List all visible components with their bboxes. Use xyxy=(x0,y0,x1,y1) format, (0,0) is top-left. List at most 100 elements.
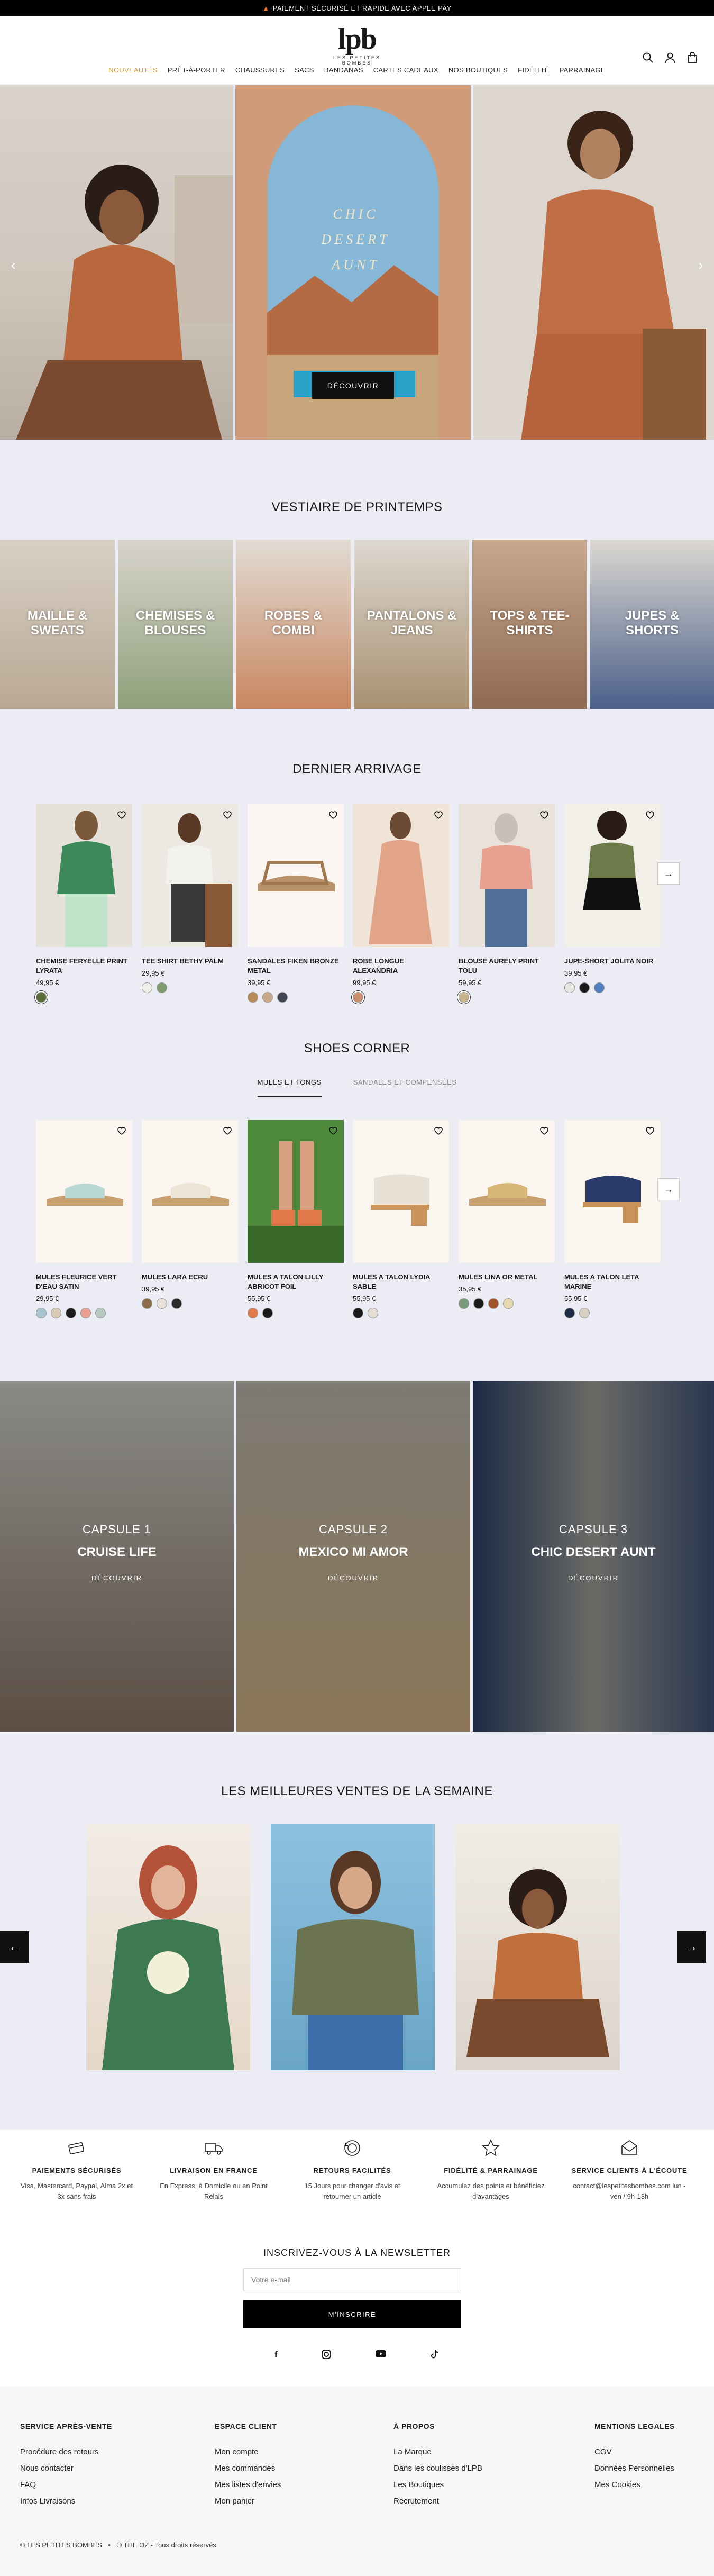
arrow-right-icon[interactable]: → xyxy=(677,1931,706,1963)
nav-pret-a-porter[interactable]: PRÊT-À-PORTER xyxy=(168,66,225,74)
logo[interactable]: lpb LES PETITES BOMBES xyxy=(331,24,383,66)
color-swatch[interactable] xyxy=(564,982,575,993)
color-swatch[interactable] xyxy=(353,1308,363,1318)
color-swatch[interactable] xyxy=(248,992,258,1003)
product-name[interactable]: ROBE LONGUE ALEXANDRIA xyxy=(353,957,449,976)
heart-icon[interactable] xyxy=(222,809,233,820)
product-card[interactable]: MULES FLEURICE VERT D'EAU SATIN 29,95 € xyxy=(36,1120,132,1318)
color-swatch[interactable] xyxy=(80,1308,91,1318)
product-name[interactable]: MULES LINA OR METAL xyxy=(459,1272,555,1282)
arrow-left-icon[interactable]: ← xyxy=(0,1931,29,1963)
color-swatch[interactable] xyxy=(248,1308,258,1318)
product-card[interactable]: MULES A TALON LYDIA SABLE 55,95 € xyxy=(353,1120,449,1318)
capsule-cta[interactable]: DÉCOUVRIR xyxy=(0,1574,234,1582)
product-card[interactable]: MULES A TALON LETA MARINE 55,95 € xyxy=(564,1120,661,1318)
bestseller-card[interactable] xyxy=(271,1824,435,2070)
footer-link[interactable]: Recrutement xyxy=(393,2497,482,2506)
color-swatch[interactable] xyxy=(36,992,47,1003)
nav-parrainage[interactable]: PARRAINAGE xyxy=(560,66,606,74)
color-swatch[interactable] xyxy=(157,1298,167,1309)
product-image[interactable] xyxy=(353,1120,449,1263)
footer-link[interactable]: CGV xyxy=(594,2447,675,2456)
category-tile[interactable]: PANTALONS & JEANS xyxy=(354,540,469,709)
product-image[interactable] xyxy=(248,804,344,947)
category-tile[interactable]: ROBES & COMBI xyxy=(236,540,351,709)
heart-icon[interactable] xyxy=(433,1125,444,1136)
heart-icon[interactable] xyxy=(116,809,127,820)
tiktok-icon[interactable] xyxy=(430,2349,440,2362)
bestseller-card[interactable] xyxy=(456,1824,620,2070)
heart-icon[interactable] xyxy=(645,809,655,820)
color-swatch[interactable] xyxy=(594,982,605,993)
footer-link[interactable]: Procédure des retours xyxy=(20,2447,112,2456)
color-swatch[interactable] xyxy=(473,1298,484,1309)
product-card[interactable]: MULES LARA ECRU 39,95 € xyxy=(142,1120,238,1309)
color-swatch[interactable] xyxy=(459,1298,469,1309)
footer-link[interactable]: Mon panier xyxy=(215,2497,281,2506)
color-swatch[interactable] xyxy=(36,1308,47,1318)
color-swatch[interactable] xyxy=(157,982,167,993)
product-image[interactable] xyxy=(142,1120,238,1263)
product-name[interactable]: SANDALES FIKEN BRONZE METAL xyxy=(248,957,344,976)
product-image[interactable] xyxy=(36,1120,132,1263)
footer-link[interactable]: Mon compte xyxy=(215,2447,281,2456)
category-tile[interactable]: JUPES & SHORTS xyxy=(590,540,714,709)
footer-link[interactable]: Les Boutiques xyxy=(393,2480,482,2489)
color-swatch[interactable] xyxy=(142,1298,152,1309)
nav-boutiques[interactable]: NOS BOUTIQUES xyxy=(448,66,508,74)
bestseller-card[interactable] xyxy=(86,1824,250,2070)
category-tile[interactable]: TOPS & TEE-SHIRTS xyxy=(472,540,587,709)
chevron-left-icon[interactable]: ‹ xyxy=(5,257,21,273)
nav-sacs[interactable]: SACS xyxy=(295,66,314,74)
heart-icon[interactable] xyxy=(328,1125,338,1136)
footer-link[interactable]: Mes commandes xyxy=(215,2464,281,2473)
product-card[interactable]: SANDALES FIKEN BRONZE METAL 39,95 € xyxy=(248,804,344,1003)
footer-link[interactable]: Dans les coulisses d'LPB xyxy=(393,2464,482,2473)
capsule-card[interactable]: CAPSULE 1 CRUISE LIFE DÉCOUVRIR xyxy=(0,1381,234,1732)
color-swatch[interactable] xyxy=(171,1298,182,1309)
tab-sandales[interactable]: SANDALES ET COMPENSÉES xyxy=(353,1078,457,1097)
product-name[interactable]: MULES A TALON LYDIA SABLE xyxy=(353,1272,449,1291)
product-name[interactable]: MULES A TALON LILLY ABRICOT FOIL xyxy=(248,1272,344,1291)
product-image[interactable] xyxy=(459,804,555,947)
color-swatch[interactable] xyxy=(277,992,288,1003)
capsule-card[interactable]: CAPSULE 2 MEXICO MI AMOR DÉCOUVRIR xyxy=(236,1381,470,1732)
carousel-next-button[interactable]: → xyxy=(657,862,680,885)
carousel-next-button[interactable]: → xyxy=(657,1178,680,1200)
account-icon[interactable] xyxy=(664,52,676,63)
category-tile[interactable]: CHEMISES & BLOUSES xyxy=(118,540,233,709)
color-swatch[interactable] xyxy=(579,1308,590,1318)
color-swatch[interactable] xyxy=(459,992,469,1003)
product-name[interactable]: MULES A TALON LETA MARINE xyxy=(564,1272,661,1291)
newsletter-submit-button[interactable]: M'INSCRIRE xyxy=(243,2300,461,2328)
product-image[interactable] xyxy=(248,1120,344,1263)
footer-link[interactable]: Mes listes d'envies xyxy=(215,2480,281,2489)
product-image[interactable] xyxy=(353,804,449,947)
nav-nouveautes[interactable]: NOUVEAUTÉS xyxy=(108,66,158,74)
footer-link[interactable]: Infos Livraisons xyxy=(20,2497,112,2506)
color-swatch[interactable] xyxy=(51,1308,61,1318)
color-swatch[interactable] xyxy=(262,992,273,1003)
hero-cta-button[interactable]: DÉCOUVRIR xyxy=(312,372,394,399)
heart-icon[interactable] xyxy=(433,809,444,820)
nav-cartes-cadeaux[interactable]: CARTES CADEAUX xyxy=(373,66,438,74)
product-card[interactable]: MULES A TALON LILLY ABRICOT FOIL 55,95 € xyxy=(248,1120,344,1318)
search-icon[interactable] xyxy=(642,52,654,63)
product-image[interactable] xyxy=(459,1120,555,1263)
heart-icon[interactable] xyxy=(539,809,550,820)
nav-bandanas[interactable]: BANDANAS xyxy=(324,66,363,74)
product-card[interactable]: JUPE-SHORT JOLITA NOIR 39,95 € xyxy=(564,804,661,993)
color-swatch[interactable] xyxy=(564,1308,575,1318)
product-name[interactable]: BLOUSE AURELY PRINT TOLU xyxy=(459,957,555,976)
product-image[interactable] xyxy=(142,804,238,947)
product-name[interactable]: TEE SHIRT BETHY PALM xyxy=(142,957,238,966)
footer-link[interactable]: La Marque xyxy=(393,2447,482,2456)
product-image[interactable] xyxy=(36,804,132,947)
color-swatch[interactable] xyxy=(66,1308,76,1318)
product-name[interactable]: JUPE-SHORT JOLITA NOIR xyxy=(564,957,661,966)
color-swatch[interactable] xyxy=(353,992,363,1003)
heart-icon[interactable] xyxy=(539,1125,550,1136)
heart-icon[interactable] xyxy=(328,809,338,820)
tab-mules[interactable]: MULES ET TONGS xyxy=(257,1078,322,1097)
product-card[interactable]: MULES LINA OR METAL 35,95 € xyxy=(459,1120,555,1309)
